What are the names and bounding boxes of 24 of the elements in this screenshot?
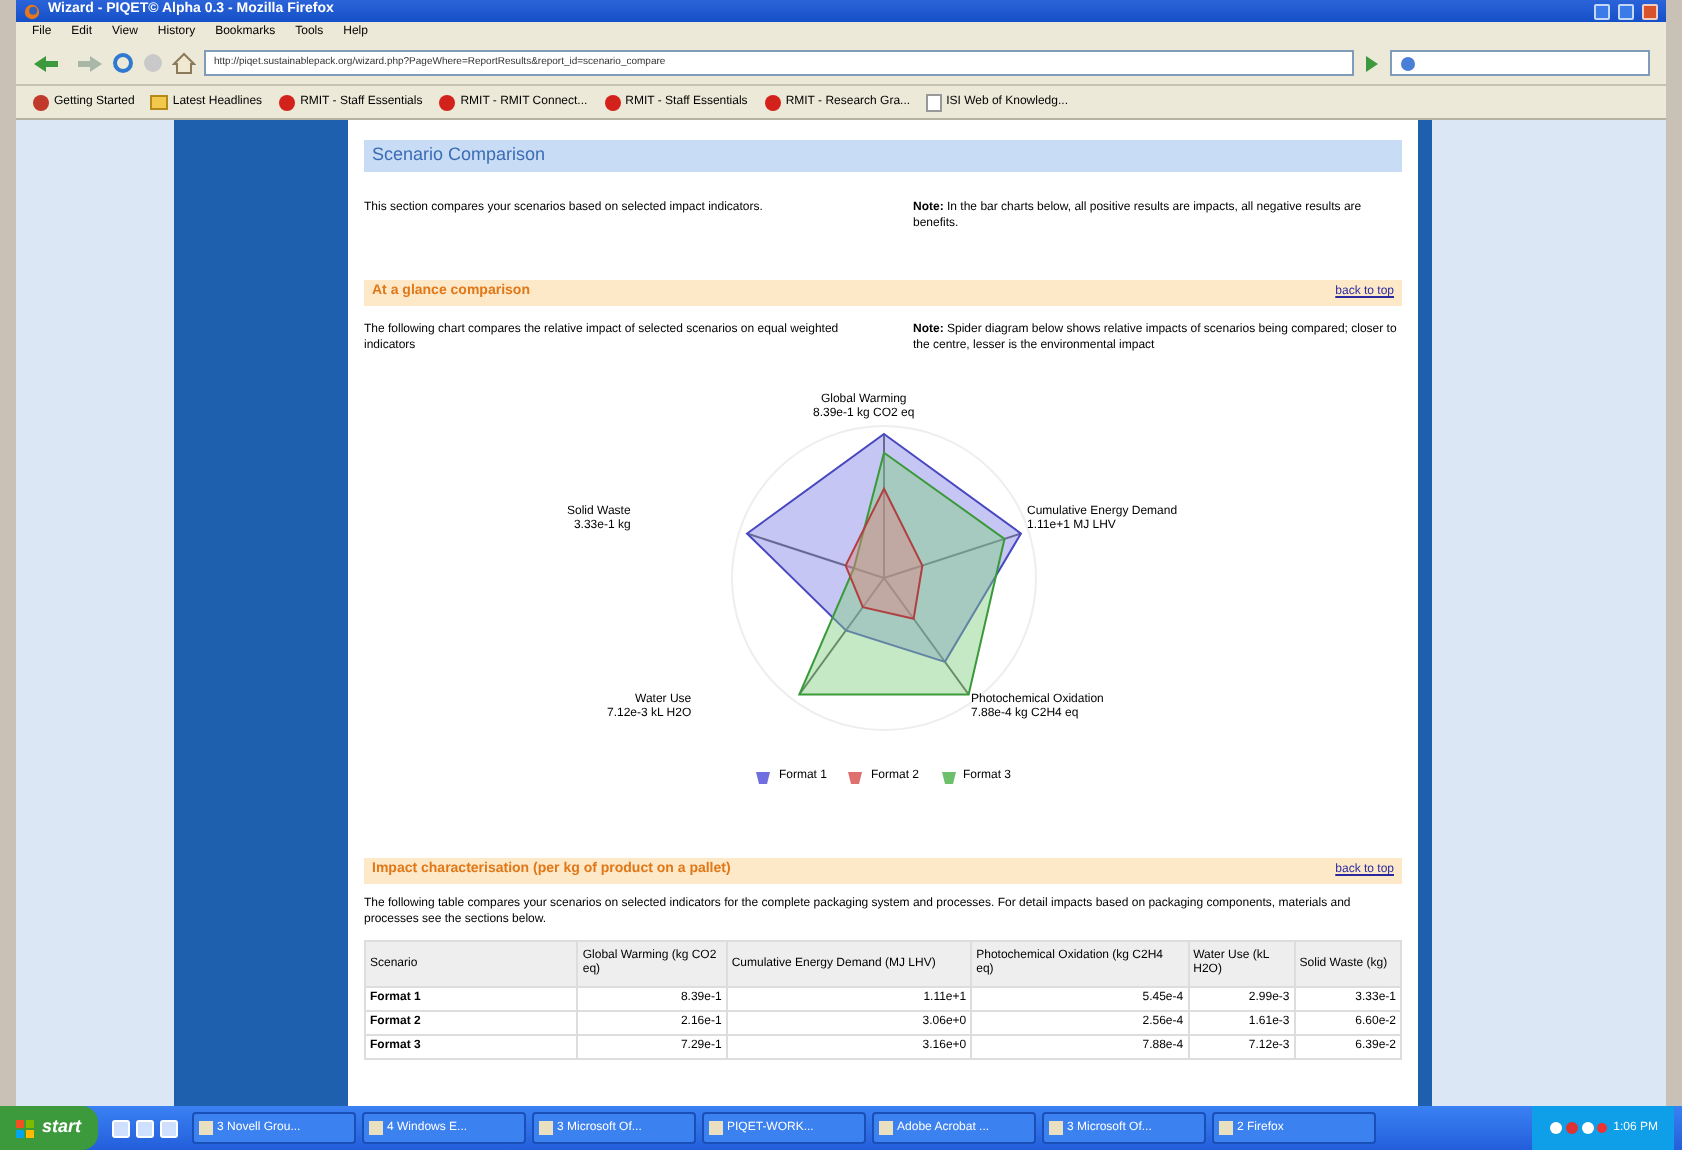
window-icon [1047, 1120, 1064, 1136]
search-engine-icon [1400, 55, 1416, 71]
maximize-button[interactable] [1618, 3, 1634, 19]
folder-icon [150, 94, 169, 110]
start-button[interactable]: start [0, 1106, 98, 1150]
window-icon [537, 1120, 554, 1136]
bookmark-icon [278, 93, 297, 111]
window-icon [197, 1120, 214, 1136]
bookmark-icon [603, 93, 622, 111]
window-icon [1217, 1120, 1234, 1136]
bookmark-icon [438, 93, 457, 111]
tray-icons-drawing [1547, 1120, 1608, 1136]
go-icon[interactable] [1362, 53, 1382, 73]
page-icon [926, 93, 943, 111]
section-heading: Scenario Comparison [364, 140, 1402, 172]
home-icon[interactable] [172, 52, 196, 74]
window-icon [367, 1120, 384, 1136]
minimize-button[interactable] [1594, 3, 1610, 19]
close-button[interactable] [1642, 3, 1658, 19]
bookmark-icon [763, 93, 782, 111]
back-icon[interactable] [32, 53, 64, 73]
search-field[interactable] [1390, 50, 1650, 76]
window-icon [707, 1120, 724, 1136]
window-icon [877, 1120, 894, 1136]
